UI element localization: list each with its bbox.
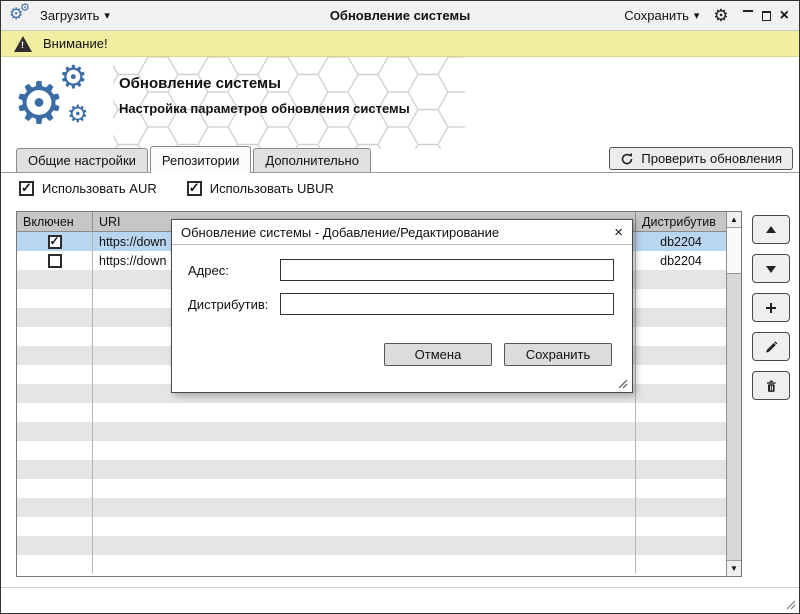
check-updates-button[interactable]: Проверить обновления bbox=[609, 147, 793, 170]
column-header-enabled: Включен bbox=[17, 212, 93, 231]
gear-icon: ⚙ bbox=[59, 61, 88, 93]
check-icon: ✓ bbox=[21, 180, 32, 196]
app-window: ⚙ ⚙ Загрузить ▾ Обновление системы Сохра… bbox=[0, 0, 800, 614]
page-header: ⚙ ⚙ ⚙ Обновление системы Настройка парам… bbox=[1, 57, 799, 147]
page-title: Обновление системы bbox=[119, 75, 410, 92]
pencil-icon bbox=[764, 340, 778, 354]
dialog-close-icon[interactable]: × bbox=[614, 224, 623, 241]
move-up-button[interactable] bbox=[752, 215, 790, 244]
row-enabled-cell: ✓ bbox=[17, 251, 93, 270]
table-row-empty bbox=[17, 460, 726, 479]
check-icon: ✓ bbox=[49, 234, 59, 248]
scroll-up-icon: ▲ bbox=[730, 215, 738, 224]
dialog-titlebar: Обновление системы - Добавление/Редактир… bbox=[172, 220, 632, 245]
table-row-empty bbox=[17, 555, 726, 574]
tab-repositories[interactable]: Репозитории bbox=[150, 146, 251, 173]
row-actions-toolbar bbox=[752, 215, 790, 400]
scrollbar-thumb[interactable] bbox=[727, 228, 741, 274]
load-menu-button[interactable]: Загрузить ▾ bbox=[40, 8, 110, 23]
app-gears-icon: ⚙ ⚙ bbox=[9, 4, 33, 28]
row-enabled-checkbox[interactable]: ✓ bbox=[48, 235, 62, 249]
gear-icon: ⚙ bbox=[20, 3, 30, 14]
warning-text: Внимание! bbox=[43, 36, 108, 51]
scroll-down-icon: ▼ bbox=[730, 564, 738, 573]
plus-icon bbox=[764, 301, 778, 315]
tab-general-settings[interactable]: Общие настройки bbox=[16, 148, 148, 172]
arrow-down-icon bbox=[764, 262, 778, 276]
table-row-empty bbox=[17, 536, 726, 555]
table-row-empty bbox=[17, 498, 726, 517]
edit-button[interactable] bbox=[752, 332, 790, 361]
gear-icon: ⚙ bbox=[13, 75, 65, 133]
refresh-icon bbox=[620, 152, 634, 166]
table-row-empty bbox=[17, 403, 726, 422]
table-row-empty bbox=[17, 517, 726, 536]
row-enabled-checkbox[interactable]: ✓ bbox=[48, 254, 62, 268]
column-header-distribution: Дистрибутив bbox=[636, 212, 726, 231]
address-label: Адрес: bbox=[188, 263, 280, 278]
cancel-button[interactable]: Отмена bbox=[384, 343, 492, 366]
minimize-icon[interactable] bbox=[743, 10, 753, 12]
window-resize-grip[interactable] bbox=[784, 598, 796, 610]
use-ubur-label: Использовать UBUR bbox=[210, 181, 334, 196]
save-menu-button[interactable]: Сохранить ▾ bbox=[624, 8, 699, 23]
status-bar bbox=[1, 587, 799, 613]
vertical-scrollbar[interactable]: ▲ ▼ bbox=[726, 212, 741, 576]
scroll-up-button[interactable]: ▲ bbox=[727, 212, 741, 228]
close-icon[interactable]: × bbox=[780, 8, 789, 24]
dialog-resize-grip[interactable] bbox=[616, 377, 628, 389]
chevron-down-icon: ▾ bbox=[104, 9, 110, 22]
load-menu-label: Загрузить bbox=[40, 8, 99, 23]
chevron-down-icon: ▾ bbox=[694, 9, 700, 22]
maximize-icon[interactable] bbox=[762, 11, 771, 21]
gear-icon: ⚙ bbox=[67, 103, 89, 127]
use-aur-label: Использовать AUR bbox=[42, 181, 157, 196]
save-button[interactable]: Сохранить bbox=[504, 343, 612, 366]
tab-bar: Общие настройки Репозитории Дополнительн… bbox=[1, 146, 799, 173]
row-distribution: db2204 bbox=[636, 232, 726, 251]
distribution-label: Дистрибутив: bbox=[188, 297, 280, 312]
use-ubur-checkbox[interactable]: ✓ bbox=[187, 181, 202, 196]
dialog-title: Обновление системы - Добавление/Редактир… bbox=[181, 225, 499, 240]
trash-icon bbox=[764, 379, 778, 393]
page-subtitle: Настройка параметров обновления системы bbox=[119, 101, 410, 116]
add-button[interactable] bbox=[752, 293, 790, 322]
scroll-down-button[interactable]: ▼ bbox=[727, 560, 741, 576]
use-aur-option[interactable]: ✓ Использовать AUR bbox=[19, 181, 157, 196]
titlebar: ⚙ ⚙ Загрузить ▾ Обновление системы Сохра… bbox=[1, 1, 799, 31]
use-ubur-option[interactable]: ✓ Использовать UBUR bbox=[187, 181, 334, 196]
move-down-button[interactable] bbox=[752, 254, 790, 283]
distribution-input[interactable] bbox=[280, 293, 614, 315]
row-enabled-cell: ✓ bbox=[17, 232, 93, 251]
table-row-empty bbox=[17, 441, 726, 460]
check-icon: ✓ bbox=[189, 180, 200, 196]
window-controls: × bbox=[743, 8, 789, 24]
settings-gear-icon[interactable]: ⚙ bbox=[713, 7, 728, 24]
table-row-empty bbox=[17, 422, 726, 441]
warning-exclamation: ! bbox=[21, 40, 24, 50]
warning-banner: ! Внимание! bbox=[1, 31, 799, 57]
tab-advanced[interactable]: Дополнительно bbox=[253, 148, 371, 172]
app-logo-gears: ⚙ ⚙ ⚙ bbox=[13, 61, 113, 145]
delete-button[interactable] bbox=[752, 371, 790, 400]
scrollbar-track[interactable] bbox=[727, 274, 741, 560]
arrow-up-icon bbox=[764, 223, 778, 237]
check-updates-label: Проверить обновления bbox=[641, 151, 782, 166]
row-distribution: db2204 bbox=[636, 251, 726, 270]
repo-options: ✓ Использовать AUR ✓ Использовать UBUR bbox=[19, 181, 334, 196]
warning-icon: ! bbox=[14, 36, 32, 52]
use-aur-checkbox[interactable]: ✓ bbox=[19, 181, 34, 196]
edit-repository-dialog: Обновление системы - Добавление/Редактир… bbox=[171, 219, 633, 393]
address-input[interactable] bbox=[280, 259, 614, 281]
save-menu-label: Сохранить bbox=[624, 8, 689, 23]
table-row-empty bbox=[17, 479, 726, 498]
